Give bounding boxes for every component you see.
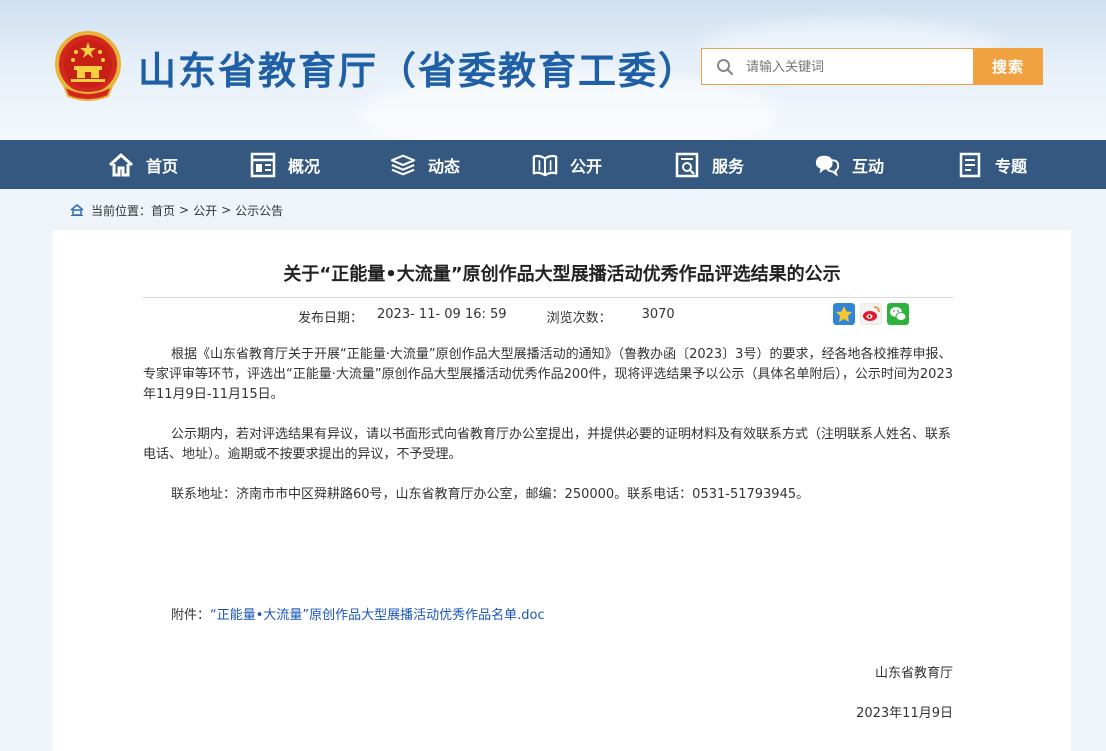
- nav-label: 概况: [288, 156, 321, 176]
- main-nav: 首页 概况 动态 公开 服务 互动 专题: [0, 140, 1106, 189]
- signature-date: 2023年11月9日: [856, 706, 953, 721]
- nav-label: 服务: [712, 156, 745, 176]
- nav-item-topic[interactable]: 专题: [957, 140, 1027, 189]
- overview-icon: [250, 152, 276, 177]
- site-title: 山东省教育厅（省委教育工委）: [138, 49, 699, 93]
- search-icon: [717, 59, 734, 76]
- article-paragraph: 根据《山东省教育厅关于开展“正能量·大流量”原创作品大型展播活动的通知》（鲁教办…: [143, 347, 953, 402]
- site-header: 山东省教育厅（省委教育工委） 搜索: [0, 0, 1106, 140]
- search-button[interactable]: 搜索: [973, 48, 1043, 85]
- national-emblem-icon: [55, 31, 121, 101]
- publish-date-label: 发布日期：: [298, 311, 364, 326]
- nav-item-overview[interactable]: 概况: [250, 140, 320, 189]
- article-meta: 发布日期： 2023- 11- 09 16: 59 浏览次数： 3070: [298, 307, 675, 326]
- chat-icon: [815, 155, 840, 177]
- nav-label: 首页: [146, 156, 179, 176]
- service-icon: [675, 152, 699, 177]
- nav-label: 互动: [852, 156, 885, 176]
- article-paragraph: 公示期内，若对评选结果有异议，请以书面形式向省教育厅办公室提出，并提供必要的证明…: [143, 427, 952, 462]
- attachment-label: 附件：: [171, 608, 211, 623]
- search-box[interactable]: [701, 48, 974, 85]
- wechat-icon[interactable]: [887, 303, 909, 325]
- views-count: 3070: [641, 307, 675, 322]
- article-paragraph: 联系地址：济南市市中区舜耕路60号，山东省教育厅办公室，邮编：250000。联系…: [171, 487, 810, 502]
- breadcrumb-prefix: 当前位置：: [91, 203, 152, 218]
- title-divider: [143, 297, 953, 298]
- publish-date: 2023- 11- 09 16: 59: [377, 307, 507, 322]
- open-book-icon: [532, 154, 558, 176]
- nav-label: 公开: [570, 156, 603, 176]
- weibo-icon[interactable]: [860, 303, 882, 325]
- news-stack-icon: [390, 154, 416, 175]
- signature: 山东省教育厅: [874, 666, 953, 681]
- breadcrumb-separator: >: [179, 203, 190, 217]
- qzone-star-icon[interactable]: [833, 303, 855, 325]
- nav-item-interact[interactable]: 互动: [814, 140, 884, 189]
- topic-icon: [959, 152, 981, 177]
- breadcrumb-open-link[interactable]: 公开: [193, 202, 217, 219]
- article-panel: 关于“正能量•大流量”原创作品大型展播活动优秀作品评选结果的公示 发布日期： 2…: [53, 230, 1071, 751]
- breadcrumb: 当前位置： 首页 > 公开 > 公示公告: [70, 202, 283, 218]
- nav-item-news[interactable]: 动态: [390, 140, 460, 189]
- article-title: 关于“正能量•大流量”原创作品大型展播活动优秀作品评选结果的公示: [283, 264, 841, 285]
- attachment-line: 附件：“正能量•大流量”原创作品大型展播活动优秀作品名单.doc: [171, 604, 545, 623]
- nav-item-home[interactable]: 首页: [108, 140, 178, 189]
- nav-item-service[interactable]: 服务: [674, 140, 744, 189]
- breadcrumb-home-icon: [70, 204, 84, 216]
- views-label: 浏览次数：: [546, 311, 612, 326]
- share-bar: [833, 303, 914, 325]
- breadcrumb-notice-link[interactable]: 公示公告: [235, 202, 283, 219]
- nav-label: 专题: [995, 156, 1028, 176]
- article-body: 根据《山东省教育厅关于开展“正能量·大流量”原创作品大型展播活动的通知》（鲁教办…: [143, 345, 955, 525]
- breadcrumb-separator: >: [221, 203, 232, 217]
- breadcrumb-home-link[interactable]: 首页: [151, 202, 175, 219]
- search-input[interactable]: [746, 55, 966, 79]
- home-icon: [108, 153, 134, 176]
- nav-item-open[interactable]: 公开: [532, 140, 602, 189]
- attachment-link[interactable]: “正能量•大流量”原创作品大型展播活动优秀作品名单.doc: [210, 608, 545, 623]
- nav-label: 动态: [428, 156, 461, 176]
